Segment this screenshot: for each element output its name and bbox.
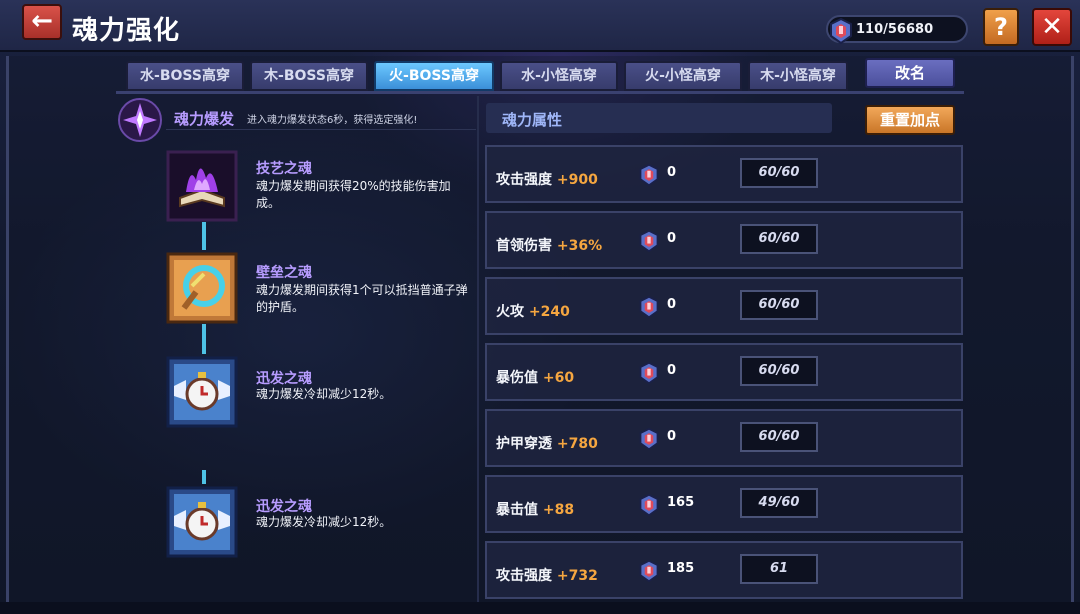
attribute-label: 护甲穿透 — [496, 436, 552, 452]
attribute-bonus: +88 — [542, 502, 575, 518]
attribute-name: 护甲穿透 +780 — [496, 433, 598, 453]
soul-burst-icon — [118, 98, 162, 142]
skill-connector — [202, 470, 206, 484]
attribute-label: 火攻 — [496, 304, 524, 320]
attribute-name: 暴伤值 +60 — [496, 367, 574, 387]
tab-water-boss[interactable]: 水-BOSS高穿 — [126, 61, 244, 91]
soul-gem-icon — [639, 427, 659, 451]
soul-gem-icon — [639, 163, 659, 187]
attribute-cost: 165 — [667, 495, 695, 510]
attribute-label: 攻击强度 — [496, 568, 552, 584]
attribute-bonus: +900 — [556, 172, 598, 188]
tab-water-minion[interactable]: 水-小怪高穿 — [500, 61, 618, 91]
burst-description: 进入魂力爆发状态6秒，获得选定强化! — [247, 115, 418, 126]
attribute-level-input[interactable]: 60/60 — [740, 158, 818, 188]
skill-name: 迅发之魂 — [256, 371, 312, 387]
attribute-cost: 0 — [667, 429, 677, 444]
question-mark-icon: ? — [994, 13, 1008, 41]
attribute-row: 攻击强度 +900 0 60/60 — [485, 145, 963, 203]
tabs-underline — [116, 91, 964, 94]
winged-clock-icon[interactable] — [166, 486, 238, 558]
skill-name: 壁垒之魂 — [256, 265, 312, 281]
back-button[interactable]: ← — [22, 4, 62, 40]
attribute-cost: 0 — [667, 165, 677, 180]
attribute-cost: 0 — [667, 231, 677, 246]
attribute-row: 攻击强度 +732 185 61 — [485, 541, 963, 599]
close-button[interactable]: ✕ — [1032, 8, 1072, 46]
close-icon: ✕ — [1041, 12, 1063, 42]
skill-description: 魂力爆发冷却减少12秒。 — [256, 387, 392, 401]
soul-gem-icon — [639, 295, 659, 319]
attribute-label: 攻击强度 — [496, 172, 552, 188]
tab-wood-boss[interactable]: 木-BOSS高穿 — [250, 61, 368, 91]
purple-flame-book-icon[interactable] — [166, 150, 238, 222]
page-title: 魂力强化 — [72, 16, 181, 46]
attribute-name: 首领伤害 +36% — [496, 235, 602, 255]
attribute-cost: 0 — [667, 363, 677, 378]
skill-name: 技艺之魂 — [256, 161, 312, 177]
back-arrow-icon: ← — [31, 6, 53, 36]
skill-name: 迅发之魂 — [256, 499, 312, 515]
soul-gem-icon — [639, 493, 659, 517]
skill-description: 魂力爆发期间获得1个可以抵挡普通子弹的护盾。 — [256, 283, 468, 314]
attribute-row: 护甲穿透 +780 0 60/60 — [485, 409, 963, 467]
attribute-name: 火攻 +240 — [496, 301, 570, 321]
attribute-bonus: +240 — [528, 304, 570, 320]
attribute-level-input[interactable]: 60/60 — [740, 356, 818, 386]
skill-connector — [202, 324, 206, 354]
attribute-name: 攻击强度 +900 — [496, 169, 598, 189]
soul-currency-display: 110/56680 — [826, 15, 968, 45]
attribute-level-input[interactable]: 60/60 — [740, 422, 818, 452]
attribute-bonus: +60 — [542, 370, 575, 386]
soul-gem-icon — [639, 361, 659, 385]
skill-description: 魂力爆发冷却减少12秒。 — [256, 515, 392, 529]
attribute-level-input[interactable]: 49/60 — [740, 488, 818, 518]
tab-fire-minion[interactable]: 火-小怪高穿 — [624, 61, 742, 91]
winged-clock-icon[interactable] — [166, 356, 238, 428]
attribute-name: 暴击值 +88 — [496, 499, 574, 519]
currency-value: 110/56680 — [856, 22, 934, 37]
attribute-label: 暴伤值 — [496, 370, 538, 386]
tab-wood-minion[interactable]: 木-小怪高穿 — [748, 61, 848, 91]
attribute-label: 暴击值 — [496, 502, 538, 518]
soul-gem-icon — [639, 559, 659, 583]
skill-connector — [202, 222, 206, 250]
attribute-level-input[interactable]: 61 — [740, 554, 818, 584]
top-bar: ← 魂力强化 110/56680 ? ✕ — [0, 0, 1080, 52]
attribute-level-input[interactable]: 60/60 — [740, 290, 818, 320]
bottom-edge — [0, 602, 1080, 614]
column-divider — [477, 96, 479, 614]
burst-title: 魂力爆发 — [174, 110, 235, 128]
reset-points-button[interactable]: 重置加点 — [865, 105, 955, 135]
attribute-bonus: +780 — [556, 436, 598, 452]
burst-separator — [166, 129, 476, 130]
soul-gem-icon — [830, 17, 852, 45]
shield-ring-icon[interactable] — [166, 252, 238, 324]
attribute-bonus: +732 — [556, 568, 598, 584]
attribute-row: 首领伤害 +36% 0 60/60 — [485, 211, 963, 269]
attribute-label: 首领伤害 — [496, 238, 552, 254]
attribute-cost: 185 — [667, 561, 695, 576]
attribute-row: 暴伤值 +60 0 60/60 — [485, 343, 963, 401]
attribute-bonus: +36% — [556, 238, 603, 254]
attribute-cost: 0 — [667, 297, 677, 312]
attributes-title: 魂力属性 — [502, 111, 563, 129]
attribute-name: 攻击强度 +732 — [496, 565, 598, 585]
attribute-level-input[interactable]: 60/60 — [740, 224, 818, 254]
tab-fire-boss[interactable]: 火-BOSS高穿 — [374, 61, 494, 91]
rename-button[interactable]: 改名 — [865, 58, 955, 88]
attribute-row: 火攻 +240 0 60/60 — [485, 277, 963, 335]
attribute-row: 暴击值 +88 165 49/60 — [485, 475, 963, 533]
help-button[interactable]: ? — [983, 8, 1019, 46]
skill-description: 魂力爆发期间获得20%的技能伤害加成。 — [256, 179, 451, 210]
soul-gem-icon — [639, 229, 659, 253]
